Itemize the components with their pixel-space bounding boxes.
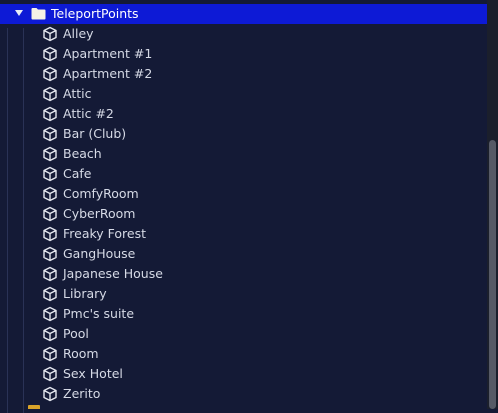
- tree-item[interactable]: Bar (Club): [0, 124, 487, 144]
- cube-icon: [43, 186, 57, 202]
- tree-item[interactable]: Apartment #1: [0, 44, 487, 64]
- cube-icon: [43, 306, 57, 322]
- cube-icon: [43, 366, 57, 382]
- tree-item[interactable]: Alley: [0, 24, 487, 44]
- cube-icon: [43, 286, 57, 302]
- tree-item[interactable]: Room: [0, 344, 487, 364]
- cube-icon: [43, 226, 57, 242]
- tree-item-label: Pmc's suite: [63, 306, 135, 321]
- tree-item-label: Japanese House: [63, 266, 163, 281]
- tree-item-label: Beach: [63, 146, 102, 161]
- tree-item[interactable]: Library: [0, 284, 487, 304]
- cube-icon: [43, 146, 57, 162]
- cube-icon: [43, 166, 57, 182]
- tree-item[interactable]: Apartment #2: [0, 64, 487, 84]
- tree-item-label: Room: [63, 346, 99, 361]
- tree-item[interactable]: Zerito: [0, 384, 487, 404]
- tree-item-label: Attic #2: [63, 106, 114, 121]
- folder-icon: [28, 405, 40, 409]
- tree-folder-teleportpoints[interactable]: TeleportPoints: [0, 4, 487, 24]
- tree-item-label: ComfyRoom: [63, 186, 139, 201]
- tree-item-label: Freaky Forest: [63, 226, 147, 241]
- tree-item-label: Library: [63, 286, 107, 301]
- cube-icon: [43, 246, 57, 262]
- tree-item-label: Pool: [63, 326, 89, 341]
- tree-item[interactable]: Pool: [0, 324, 487, 344]
- tree-item[interactable]: Attic: [0, 84, 487, 104]
- tree-item[interactable]: Japanese House: [0, 264, 487, 284]
- cube-icon: [43, 66, 57, 82]
- tree-item[interactable]: Sex Hotel: [0, 364, 487, 384]
- tree-item-label: Sex Hotel: [63, 366, 123, 381]
- tree-folder-label: TeleportPoints: [51, 6, 139, 21]
- tree-item[interactable]: ComfyRoom: [0, 184, 487, 204]
- tree-item[interactable]: Freaky Forest: [0, 224, 487, 244]
- tree-item-label: GangHouse: [63, 246, 136, 261]
- cube-icon: [43, 206, 57, 222]
- tree-item-label: Cafe: [63, 166, 92, 181]
- tree-item[interactable]: GangHouse: [0, 244, 487, 264]
- tree-item[interactable]: Beach: [0, 144, 487, 164]
- cube-icon: [43, 46, 57, 62]
- tree-item[interactable]: CyberRoom: [0, 204, 487, 224]
- tree-item-label: Apartment #1: [63, 46, 153, 61]
- tree-item-label: Zerito: [63, 386, 101, 401]
- tree-item-label: Attic: [63, 86, 92, 101]
- tree-item-label: Alley: [63, 26, 94, 41]
- chevron-down-icon[interactable]: [15, 10, 23, 16]
- cube-icon: [43, 386, 57, 402]
- cube-icon: [43, 266, 57, 282]
- folder-icon: [31, 8, 46, 20]
- vertical-scrollbar[interactable]: [487, 0, 498, 409]
- tree-item[interactable]: Attic #2: [0, 104, 487, 124]
- cube-icon: [43, 26, 57, 42]
- tree-item-label: CyberRoom: [63, 206, 136, 221]
- tree-item[interactable]: Cafe: [0, 164, 487, 184]
- explorer-tree: TeleportPoints Alley Apartment #1 Apartmen…: [0, 4, 487, 413]
- tree-item[interactable]: Pmc's suite: [0, 304, 487, 324]
- cube-icon: [43, 86, 57, 102]
- tree-item-label: Apartment #2: [63, 66, 153, 81]
- cube-icon: [43, 126, 57, 142]
- tree-item-label: Bar (Club): [63, 126, 127, 141]
- scrollbar-thumb[interactable]: [489, 140, 496, 409]
- cube-icon: [43, 106, 57, 122]
- cube-icon: [43, 326, 57, 342]
- cube-icon: [43, 346, 57, 362]
